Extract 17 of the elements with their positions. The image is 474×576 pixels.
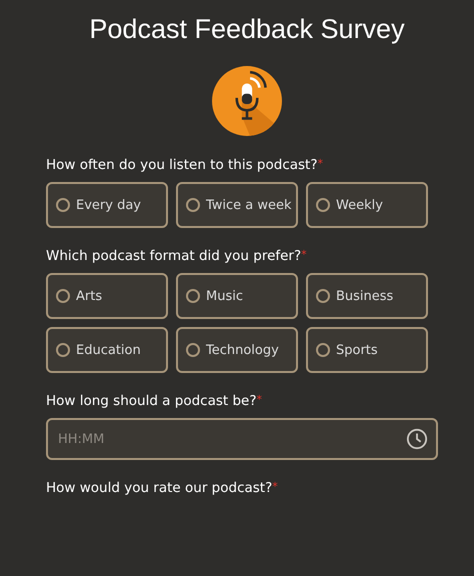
question-label: How often do you listen to this podcast?* (46, 157, 324, 173)
radio-option[interactable]: Twice a week (176, 182, 298, 228)
radio-option[interactable]: Music (176, 273, 298, 319)
radio-option[interactable]: Education (46, 327, 168, 373)
survey-title: Podcast Feedback Survey (88, 14, 406, 45)
time-input-field[interactable]: HH:MM (46, 418, 438, 460)
radio-option[interactable]: Every day (46, 182, 168, 228)
clock-icon (406, 428, 428, 450)
radio-option[interactable]: Business (306, 273, 428, 319)
microphone-logo-icon (211, 65, 283, 137)
radio-option[interactable]: Sports (306, 327, 428, 373)
question-label: How long should a podcast be?* (46, 393, 264, 409)
radio-option[interactable]: Arts (46, 273, 168, 319)
radio-option[interactable]: Weekly (306, 182, 428, 228)
question-label: Which podcast format did you prefer?* (46, 248, 308, 264)
radio-option[interactable]: Technology (176, 327, 298, 373)
question-label: How would you rate our podcast?* (46, 480, 279, 496)
